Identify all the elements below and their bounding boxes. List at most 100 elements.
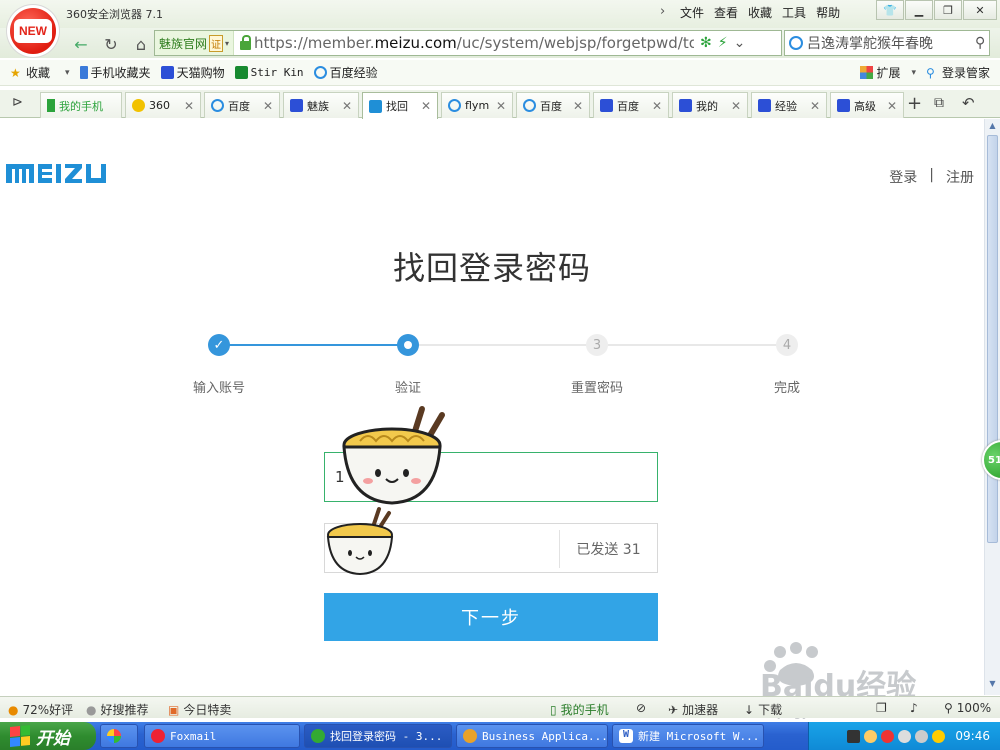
skin-button[interactable]: 👕	[876, 0, 904, 20]
tab-360[interactable]: 360 ✕	[125, 92, 201, 118]
close-tab-icon[interactable]: ✕	[731, 99, 741, 113]
vertical-scrollbar[interactable]: ▲ ▼	[984, 119, 1000, 695]
page-title: 找回登录密码	[392, 249, 591, 287]
maximize-button[interactable]: ❐	[934, 0, 962, 20]
chevron-right-icon[interactable]: ›	[660, 4, 670, 21]
network-icon[interactable]	[898, 729, 912, 743]
app-icon	[463, 729, 477, 743]
tab-flyme[interactable]: flym ✕	[441, 92, 513, 118]
tab-baidu-1[interactable]: 百度 ✕	[204, 92, 280, 118]
resend-code-button[interactable]: 已发送 31	[559, 530, 657, 568]
next-step-button[interactable]: 下一步	[324, 593, 658, 641]
security-icon[interactable]: ✻	[700, 35, 712, 51]
close-tab-icon[interactable]: ✕	[184, 99, 194, 113]
rating-item[interactable]: ● 72%好评	[8, 701, 73, 718]
clock[interactable]: 09:46	[955, 729, 990, 743]
tab-advanced[interactable]: 高级 ✕	[830, 92, 904, 118]
deals-item[interactable]: ▣ 今日特卖	[168, 701, 231, 718]
volume-icon[interactable]: ♪	[910, 701, 918, 715]
keyboard-icon[interactable]	[847, 729, 861, 743]
scroll-thumb[interactable]	[987, 135, 998, 543]
zoom-control[interactable]: ⚲ 100%	[944, 701, 991, 715]
search-text: 吕逸涛掌舵猴年春晚	[807, 36, 933, 52]
task-word[interactable]: W 新建 Microsoft W...	[612, 724, 764, 748]
task-browser[interactable]: 找回登录密码 - 3...	[304, 724, 452, 748]
favorites-menu[interactable]: ★ 收藏 ▾	[10, 64, 70, 81]
menu-file[interactable]: 文件	[680, 4, 704, 21]
login-link[interactable]: 登录	[889, 167, 917, 187]
menu-favorites[interactable]: 收藏	[748, 4, 772, 21]
minimize-button[interactable]: ▁	[905, 0, 933, 20]
cert-icon: 证	[209, 34, 224, 52]
task-business-app[interactable]: Business Applica...	[456, 724, 608, 748]
fav-stirkin[interactable]: Stir Kin	[234, 66, 304, 79]
fav-tmall[interactable]: 天猫购物	[160, 64, 225, 81]
search-engine-icon[interactable]	[789, 36, 803, 50]
restore-icon: ❐	[943, 3, 953, 17]
tab-my[interactable]: 我的 ✕	[672, 92, 748, 118]
url-field[interactable]: 魅族官网 证 ▾ https://member.meizu.com/uc/sys…	[154, 30, 782, 56]
tab-baidu-3[interactable]: 百度 ✕	[593, 92, 669, 118]
undo-close-icon[interactable]: ↶	[962, 94, 975, 112]
close-tab-icon[interactable]: ✕	[263, 99, 273, 113]
task-foxmail[interactable]: Foxmail	[144, 724, 300, 748]
menu-help[interactable]: 帮助	[816, 4, 840, 21]
close-tab-icon[interactable]: ✕	[810, 99, 820, 113]
shield-icon[interactable]	[881, 729, 895, 743]
refresh-button[interactable]: ↻	[98, 32, 124, 56]
360-icon[interactable]	[932, 729, 946, 743]
user-icon[interactable]	[864, 729, 878, 743]
register-link[interactable]: 注册	[946, 167, 974, 187]
menu-tools[interactable]: 工具	[782, 4, 806, 21]
tab-find-password[interactable]: 找回 ✕	[362, 92, 438, 119]
close-tab-icon[interactable]: ✕	[342, 99, 352, 113]
key-icon: ⚲	[925, 66, 935, 80]
close-tab-icon[interactable]: ✕	[421, 99, 431, 113]
scroll-down-icon[interactable]: ▼	[987, 679, 998, 691]
tab-meizu[interactable]: 魅族 ✕	[283, 92, 359, 118]
compat-icon[interactable]: ⊘	[636, 701, 646, 715]
back-button[interactable]: ←	[68, 32, 94, 56]
accelerator-item[interactable]: ✈ 加速器	[668, 701, 718, 718]
scroll-up-icon[interactable]: ▲	[987, 121, 998, 133]
sidebar-toggle-icon[interactable]: ⊳	[12, 95, 23, 110]
rocket-icon: ✈	[668, 702, 679, 717]
menu-view[interactable]: 查看	[714, 4, 738, 21]
menu-bar: › 文件 查看 收藏 工具 帮助	[660, 4, 840, 21]
login-manager-button[interactable]: ⚲ 登录管家	[926, 64, 990, 81]
fav-mobile[interactable]: 手机收藏夹	[79, 64, 151, 81]
download-item[interactable]: ↓ 下载	[744, 701, 782, 718]
close-tab-icon[interactable]: ✕	[496, 99, 506, 113]
sound-icon[interactable]	[915, 729, 929, 743]
url-text[interactable]: https://member.meizu.com/uc/system/webjs…	[254, 34, 694, 52]
paw-icon	[290, 99, 303, 112]
paw-icon	[600, 99, 613, 112]
close-tab-icon[interactable]: ✕	[652, 99, 662, 113]
browser-logo[interactable]: NEW	[10, 8, 56, 54]
window-icon[interactable]: ❐	[876, 701, 887, 715]
close-tab-icon[interactable]: ✕	[887, 99, 897, 113]
extensions-button[interactable]: 扩展 ▾	[860, 64, 916, 81]
close-tab-icon[interactable]: ✕	[573, 99, 583, 113]
tab-my-phone[interactable]: 我的手机	[40, 92, 122, 118]
search-icon[interactable]: ⚲	[975, 35, 985, 51]
fav-baidu-jingyan[interactable]: 百度经验	[313, 64, 378, 81]
meizu-logo[interactable]	[6, 164, 110, 184]
lightning-icon[interactable]: ⚡	[718, 35, 728, 51]
paw-icon	[160, 66, 174, 79]
grid-icon	[860, 66, 874, 79]
home-button[interactable]: ⌂	[128, 32, 154, 56]
close-button[interactable]: ✕	[963, 0, 997, 20]
chevron-down-icon[interactable]: ⌄	[734, 35, 746, 51]
new-tab-button[interactable]: +	[907, 93, 922, 114]
quicklaunch-button[interactable]	[100, 724, 138, 748]
recommend-item[interactable]: ● 好搜推荐	[86, 701, 149, 718]
my-phone-item[interactable]: ▯ 我的手机	[550, 701, 609, 718]
tab-jingyan[interactable]: 经验 ✕	[751, 92, 827, 118]
home-icon: ⌂	[135, 34, 147, 54]
tab-list-icon[interactable]: ⧉	[934, 95, 944, 111]
tab-baidu-2[interactable]: 百度 ✕	[516, 92, 590, 118]
start-button[interactable]: 开始	[0, 722, 96, 750]
site-identity-badge[interactable]: 魅族官网 证 ▾	[155, 31, 235, 55]
search-input[interactable]: 吕逸涛掌舵猴年春晚 ⚲	[784, 30, 990, 56]
